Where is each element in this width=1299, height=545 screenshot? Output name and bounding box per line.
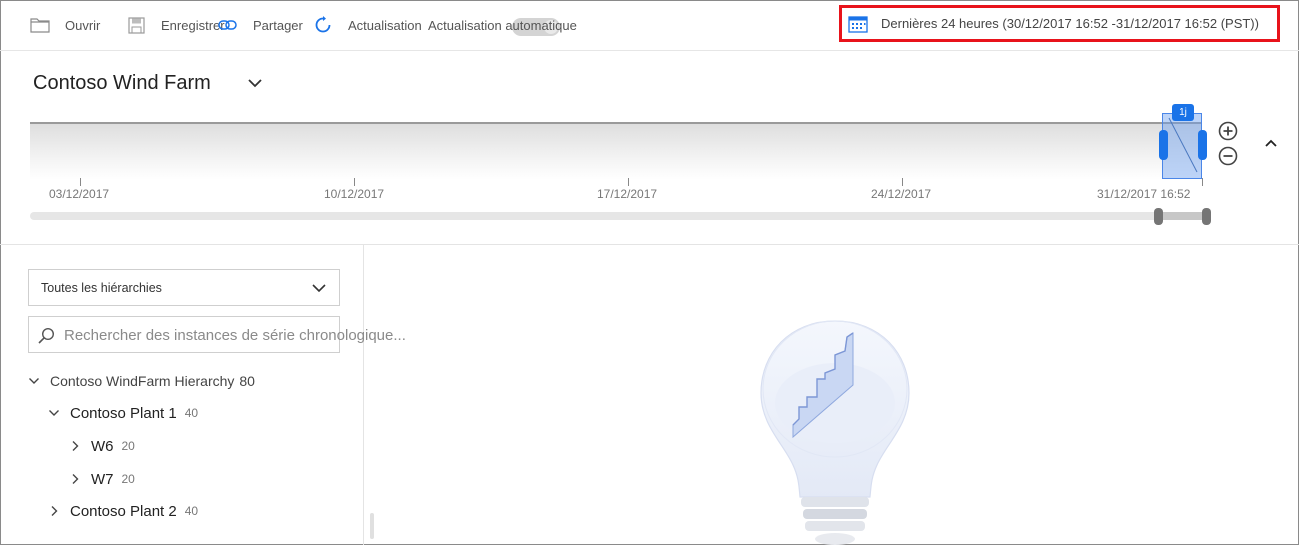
timeline-tick-label: 03/12/2017: [49, 187, 110, 201]
open-button[interactable]: Ouvrir: [30, 0, 100, 50]
chevron-down-icon[interactable]: [48, 407, 60, 419]
open-label: Ouvrir: [65, 17, 101, 33]
tree-item-count: 20: [121, 472, 135, 486]
tree-item-label: Contoso Plant 1: [70, 404, 177, 422]
timeline-tick: [354, 178, 355, 186]
tree-item-contoso-plant-1[interactable]: Contoso Plant 1 40: [48, 401, 198, 425]
tree-item-count: 80: [239, 373, 255, 389]
timeline-scrubber-selection[interactable]: [1158, 212, 1208, 220]
tree-item-label: Contoso WindFarm Hierarchy: [50, 373, 235, 389]
scrubber-left-grip[interactable]: [1154, 208, 1163, 225]
calendar-icon: [848, 15, 868, 33]
toolbar: Ouvrir Enregistrer Partager Actualisatio…: [0, 0, 1299, 51]
timeline-tick: [80, 178, 81, 186]
chevron-down-icon[interactable]: [28, 375, 40, 387]
timeline-tick: [1202, 178, 1203, 186]
scrubber-right-grip[interactable]: [1202, 208, 1211, 225]
tree-item-label: W7: [91, 470, 114, 488]
brush-left-handle[interactable]: [1159, 130, 1168, 160]
tree-item-w6[interactable]: W6 20: [69, 434, 135, 458]
zoom-in-icon[interactable]: [1218, 121, 1238, 141]
timeline-tick: [902, 178, 903, 186]
tree-item-count: 40: [184, 504, 199, 518]
timeline-tick: [628, 178, 629, 186]
chevron-right-icon[interactable]: [69, 473, 81, 485]
save-icon: [128, 16, 145, 34]
tree-item-label: W6: [91, 437, 114, 455]
tree-item-contoso-windfarm-hierarchy[interactable]: Contoso WindFarm Hierarchy 80: [28, 369, 255, 393]
chevron-up-icon[interactable]: [1263, 136, 1279, 150]
time-range-picker[interactable]: Dernières 24 heures (30/12/2017 16:52 -3…: [839, 5, 1280, 42]
search-input[interactable]: [64, 325, 464, 345]
timeline-tick-label: 17/12/2017: [597, 187, 658, 201]
panel-scrollbar[interactable]: [370, 513, 374, 539]
brush-diagonal: [1168, 117, 1198, 173]
tree-item-count: 20: [121, 439, 135, 453]
environment-name[interactable]: Contoso Wind Farm: [33, 72, 211, 95]
tree-item-label: Contoso Plant 2: [70, 502, 177, 520]
chevron-right-icon[interactable]: [69, 440, 81, 452]
share-label: Partager: [253, 17, 303, 33]
auto-refresh-control[interactable]: Actualisation automatique: [428, 0, 577, 50]
lightbulb-chart-illustration: [760, 320, 910, 545]
zoom-out-icon[interactable]: [1218, 146, 1238, 166]
share-button[interactable]: Partager: [218, 0, 303, 50]
save-button[interactable]: Enregistrer: [128, 0, 225, 50]
share-link-icon: [218, 20, 237, 30]
time-range-label: Dernières 24 heures (30/12/2017 16:52 -3…: [881, 16, 1259, 31]
refresh-icon: [315, 16, 331, 33]
timeline-tick-label: 31/12/2017 16:52: [1097, 187, 1191, 201]
refresh-label: Actualisation: [348, 17, 422, 33]
folder-icon: [30, 18, 50, 33]
tree-item-w7[interactable]: W7 20: [69, 467, 135, 491]
save-label: Enregistrer: [161, 17, 225, 33]
chevron-down-icon[interactable]: [246, 75, 264, 91]
timeline-tick-label: 10/12/2017: [324, 187, 385, 201]
timeline-scrubber-track[interactable]: [30, 212, 1206, 220]
tree-item-contoso-plant-2[interactable]: Contoso Plant 2 40: [48, 499, 198, 523]
hierarchy-select-value: Toutes les hiérarchies: [41, 280, 162, 295]
auto-refresh-label: Actualisation automatique: [428, 17, 577, 33]
refresh-button[interactable]: Actualisation: [314, 0, 422, 50]
hierarchy-select[interactable]: Toutes les hiérarchies: [28, 269, 340, 306]
tree-item-count: 40: [184, 406, 199, 420]
timeline-tick-label: 24/12/2017: [871, 187, 932, 201]
chevron-right-icon[interactable]: [48, 505, 60, 517]
instance-search[interactable]: [28, 316, 464, 353]
search-icon: [38, 327, 55, 344]
brush-duration-badge: 1j: [1172, 104, 1194, 121]
timeline-availability-band[interactable]: [30, 122, 1202, 180]
chevron-down-icon: [312, 284, 326, 293]
brush-right-handle[interactable]: [1198, 130, 1207, 160]
timeline-brush-selection[interactable]: [1162, 113, 1202, 179]
section-divider: [0, 244, 1299, 245]
panel-divider: [363, 245, 364, 545]
